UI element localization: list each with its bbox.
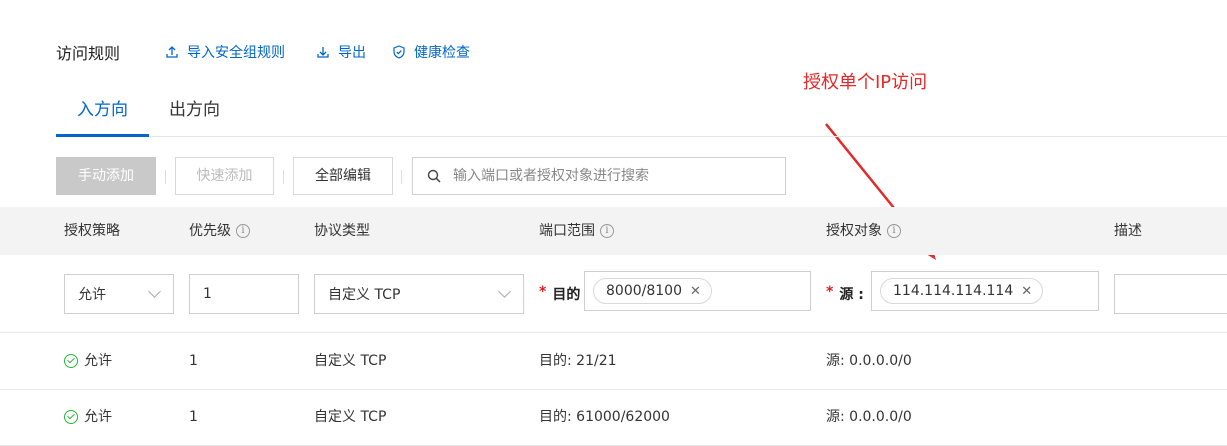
search-icon — [427, 169, 441, 183]
table-row: 允许 1 自定义 TCP 目的: 21/21 源: 0.0.0.0/0 — [0, 333, 1227, 390]
check-circle-icon — [64, 354, 78, 368]
protocol-cell: 自定义 TCP — [314, 353, 387, 369]
priority-input[interactable]: 1 — [189, 274, 299, 314]
header-priority: 优先级 i — [189, 207, 250, 255]
policy-select[interactable]: 允许 — [64, 274, 174, 314]
info-icon[interactable]: i — [600, 224, 614, 238]
port-cell: 目的: 61000/62000 — [539, 409, 670, 425]
source-cell: 源: 0.0.0.0/0 — [826, 353, 912, 369]
source-label: * 源 : — [826, 284, 864, 303]
table-row: 允许 1 自定义 TCP 目的: 61000/62000 源: 0.0.0.0/… — [0, 389, 1227, 446]
protocol-value: 自定义 TCP — [328, 287, 401, 303]
close-icon[interactable]: ✕ — [690, 284, 701, 299]
tab-inbound[interactable]: 入方向 — [56, 92, 149, 137]
tab-outbound[interactable]: 出方向 — [169, 92, 220, 134]
policy-value: 允许 — [78, 287, 106, 303]
policy-cell: 允许 — [64, 333, 112, 389]
info-icon[interactable]: i — [887, 224, 901, 238]
policy-cell: 允许 — [64, 389, 112, 445]
toolbar-divider — [401, 170, 402, 184]
header-description: 描述 — [1114, 223, 1142, 239]
port-input[interactable]: 8000/8100 ✕ — [584, 271, 811, 311]
chevron-down-icon — [148, 285, 161, 298]
edit-all-button[interactable]: 全部编辑 — [293, 157, 393, 195]
chevron-down-icon — [498, 285, 511, 298]
check-circle-icon — [64, 410, 78, 424]
source-tag-label: 114.114.114.114 — [893, 283, 1014, 299]
search-input[interactable] — [451, 167, 775, 185]
header-policy: 授权策略 — [64, 223, 120, 239]
priority-cell: 1 — [189, 409, 198, 425]
info-icon[interactable]: i — [236, 224, 250, 238]
search-box[interactable] — [412, 157, 786, 195]
port-tag-label: 8000/8100 — [606, 283, 682, 299]
source-tag: 114.114.114.114 ✕ — [880, 278, 1044, 304]
priority-cell: 1 — [189, 353, 198, 369]
port-label: * 目的 — [539, 284, 581, 303]
header-protocol: 协议类型 — [314, 223, 370, 239]
header-auth-object: 授权对象 i — [826, 207, 901, 255]
port-cell: 目的: 21/21 — [539, 353, 617, 369]
source-input[interactable]: 114.114.114.114 ✕ — [871, 271, 1099, 311]
description-input[interactable] — [1114, 274, 1227, 314]
toolbar-divider — [283, 170, 284, 184]
close-icon[interactable]: ✕ — [1021, 284, 1032, 299]
manual-add-button[interactable]: 手动添加 — [56, 157, 156, 195]
direction-tabs: 入方向 出方向 — [56, 92, 1227, 137]
source-cell: 源: 0.0.0.0/0 — [826, 409, 912, 425]
toolbar-divider — [165, 170, 166, 184]
header-port-range: 端口范围 i — [539, 207, 614, 255]
table-header: 授权策略 优先级 i 协议类型 端口范围 i 授权对象 i 描述 — [0, 207, 1227, 255]
edit-row: 允许 1 自定义 TCP * 目的 8000/8100 ✕ * 源 : 114.11… — [0, 256, 1227, 333]
quick-add-button[interactable]: 快速添加 — [175, 157, 274, 195]
priority-value: 1 — [203, 286, 212, 302]
protocol-select[interactable]: 自定义 TCP — [314, 274, 524, 314]
port-tag: 8000/8100 ✕ — [593, 278, 712, 304]
protocol-cell: 自定义 TCP — [314, 409, 387, 425]
